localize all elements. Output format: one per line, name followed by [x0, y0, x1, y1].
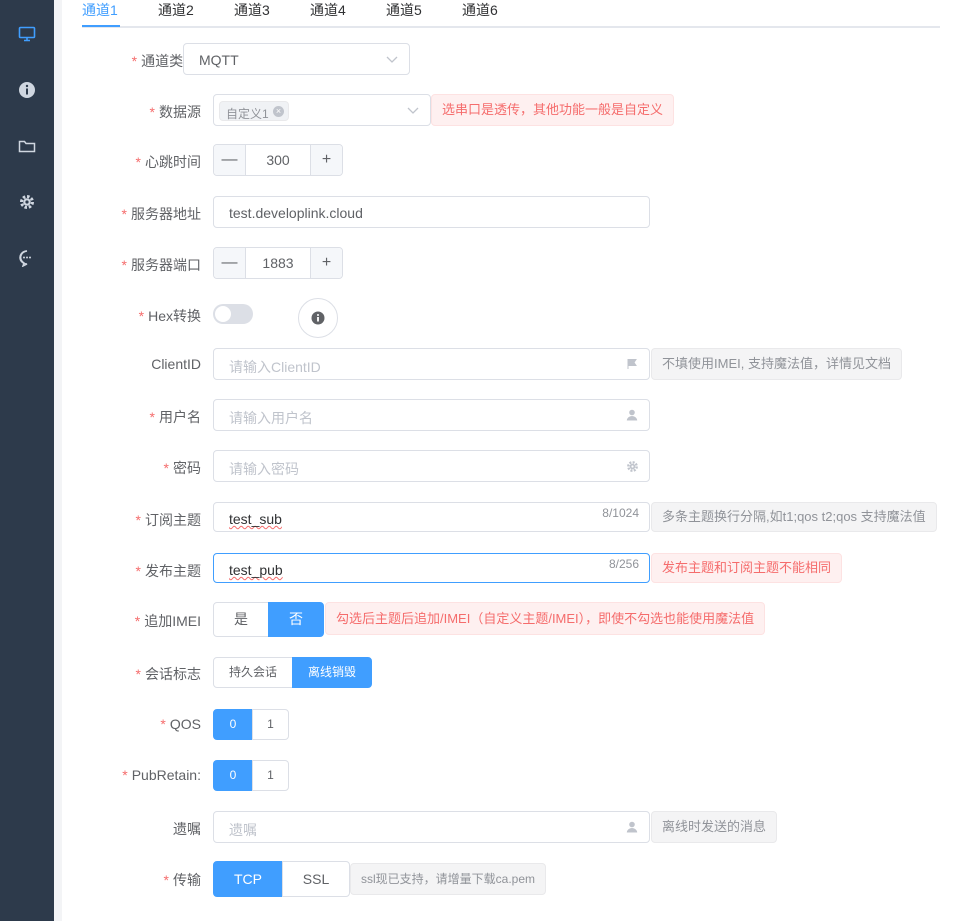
data-source-tip: 选串口是透传，其他功能一般是自定义 — [431, 94, 675, 126]
transport-label: 传输 — [173, 872, 201, 888]
hex-label: Hex转换 — [148, 308, 201, 324]
server-address-label: 服务器地址 — [131, 206, 201, 222]
session-offline-destroy-button[interactable]: 离线销毁 — [292, 657, 372, 688]
gear-icon[interactable] — [17, 192, 37, 212]
tab-channel-5[interactable]: 通道5 — [386, 2, 422, 18]
server-port-label: 服务器端口 — [131, 257, 201, 273]
transport-ssl-button[interactable]: SSL — [282, 861, 350, 897]
pub-topic-tip: 发布主题和订阅主题不能相同 — [651, 553, 843, 583]
pub-retain-label: PubRetain: — [131, 767, 201, 783]
sub-topic-tip: 多条主题换行分隔,如t1;qos t2;qos 支持魔法值 — [651, 502, 937, 532]
append-imei-label: 追加IMEI — [144, 613, 201, 629]
server-port-value[interactable]: 1883 — [246, 248, 310, 278]
pub-topic-label: 发布主题 — [145, 563, 201, 579]
flag-icon — [625, 357, 639, 371]
heartbeat-stepper: — 300 + — [213, 144, 343, 176]
client-id-placeholder: 请输入ClientID — [229, 359, 321, 375]
server-address-input[interactable]: test.developlink.cloud — [213, 196, 650, 228]
transport-tip: ssl现已支持，请增量下载ca.pem — [350, 863, 547, 895]
heartbeat-decrement-button[interactable]: — — [214, 145, 246, 175]
password-input[interactable]: 请输入密码 — [213, 450, 650, 482]
username-placeholder: 请输入用户名 — [229, 410, 313, 426]
chevron-down-icon — [406, 104, 420, 118]
sub-topic-label: 订阅主题 — [145, 512, 201, 528]
pub-topic-value: test_pub — [229, 562, 283, 578]
folder-icon[interactable] — [17, 136, 37, 156]
data-source-label: 数据源 — [159, 104, 201, 120]
hex-info-button[interactable] — [298, 298, 338, 338]
pub-retain-1-button[interactable]: 1 — [252, 760, 289, 791]
server-port-increment-button[interactable]: + — [310, 248, 342, 278]
data-source-select[interactable]: 自定义1 × — [213, 94, 431, 126]
client-id-tip: 不填使用IMEI, 支持魔法值，详情见文档 — [651, 348, 902, 380]
pub-topic-textarea[interactable]: test_pub 8/256 — [213, 553, 650, 583]
client-id-input[interactable]: 请输入ClientID — [213, 348, 650, 380]
channel-tabs: 通道1 通道2 通道3 通道4 通道5 通道6 — [82, 0, 940, 28]
channel-type-value: MQTT — [199, 52, 239, 68]
tab-channel-4[interactable]: 通道4 — [310, 2, 346, 18]
server-address-value: test.developlink.cloud — [229, 205, 363, 221]
server-port-decrement-button[interactable]: — — [214, 248, 246, 278]
username-input[interactable]: 请输入用户名 — [213, 399, 650, 431]
sub-topic-counter: 8/1024 — [602, 506, 639, 520]
sub-topic-textarea[interactable]: test_sub 8/1024 — [213, 502, 650, 532]
append-imei-yes-button[interactable]: 是 — [213, 602, 269, 637]
will-placeholder: 遗嘱 — [229, 822, 257, 838]
hex-toggle[interactable] — [213, 304, 253, 324]
monitor-icon[interactable] — [17, 24, 37, 44]
pub-retain-0-button[interactable]: 0 — [213, 760, 253, 791]
tab-channel-3[interactable]: 通道3 — [234, 2, 270, 18]
info-icon[interactable] — [17, 80, 37, 100]
session-label: 会话标志 — [145, 666, 201, 682]
tab-channel-6[interactable]: 通道6 — [462, 2, 498, 18]
heartbeat-value[interactable]: 300 — [246, 145, 310, 175]
channel-type-select[interactable]: MQTT — [183, 43, 410, 75]
main-panel: 通道1 通道2 通道3 通道4 通道5 通道6 * 通道类型: MQTT * 数据源… — [62, 0, 958, 921]
qos-1-button[interactable]: 1 — [252, 709, 289, 740]
chat-icon[interactable] — [17, 248, 37, 268]
will-label: 遗嘱 — [173, 821, 201, 837]
tag-close-icon[interactable]: × — [273, 106, 284, 117]
server-port-stepper: — 1883 + — [213, 247, 343, 279]
tab-channel-1[interactable]: 通道1 — [82, 2, 118, 18]
password-label: 密码 — [173, 460, 201, 476]
append-imei-no-button[interactable]: 否 — [268, 602, 324, 637]
user-icon — [625, 820, 639, 834]
active-tab-indicator — [82, 25, 120, 27]
will-input[interactable]: 遗嘱 — [213, 811, 650, 843]
qos-0-button[interactable]: 0 — [213, 709, 253, 740]
password-placeholder: 请输入密码 — [229, 461, 299, 477]
append-imei-tip: 勾选后主题后追加/IMEI（自定义主题/IMEI），即使不勾选也能使用魔法值 — [325, 602, 766, 635]
username-label: 用户名 — [159, 409, 201, 425]
pub-topic-counter: 8/256 — [608, 557, 639, 571]
hex-toggle-knob — [215, 306, 231, 322]
client-id-label: ClientID — [151, 356, 201, 372]
data-source-tag: 自定义1 × — [219, 101, 289, 121]
chevron-down-icon — [385, 53, 399, 67]
will-tip: 离线时发送的消息 — [651, 811, 778, 843]
transport-tcp-button[interactable]: TCP — [213, 861, 283, 897]
heartbeat-label: 心跳时间 — [145, 154, 201, 170]
sub-topic-value: test_sub — [229, 511, 282, 527]
sidebar — [0, 0, 54, 921]
user-icon — [625, 408, 639, 422]
heartbeat-increment-button[interactable]: + — [310, 145, 342, 175]
session-persistent-button[interactable]: 持久会话 — [213, 657, 293, 688]
qos-label: QOS — [169, 716, 201, 732]
data-source-tag-text: 自定义1 — [226, 107, 269, 121]
tab-channel-2[interactable]: 通道2 — [158, 2, 194, 18]
gear-icon — [625, 459, 639, 473]
info-icon — [311, 311, 325, 325]
